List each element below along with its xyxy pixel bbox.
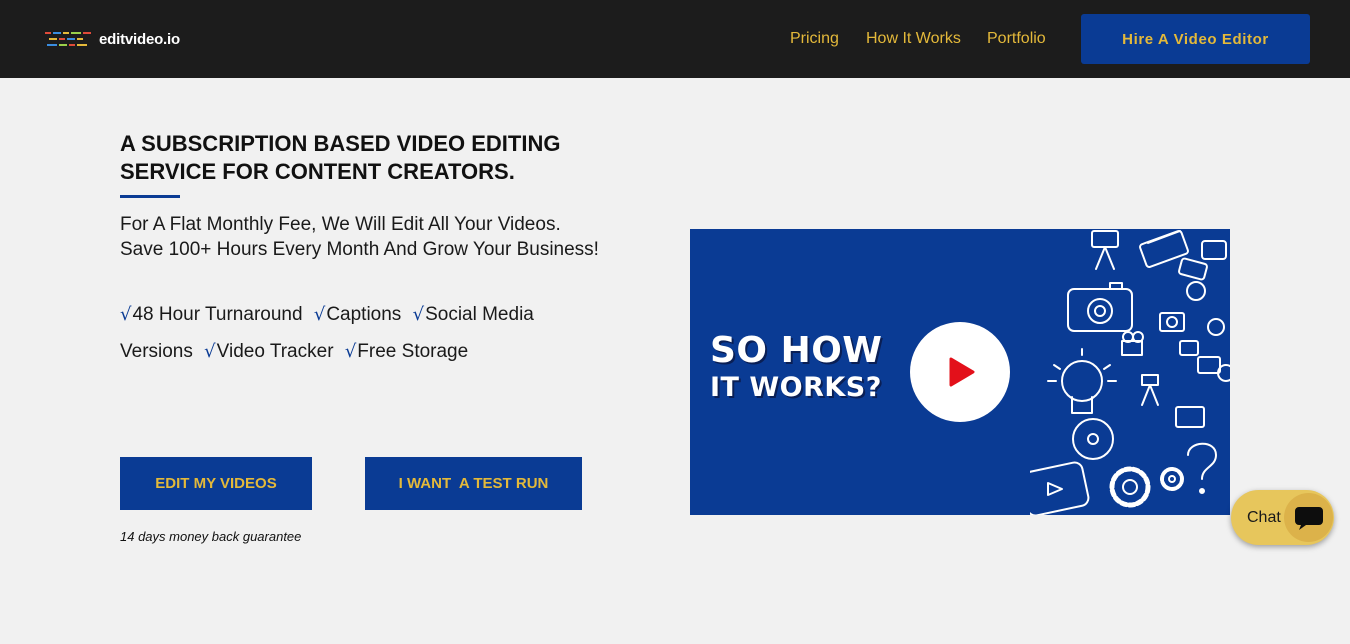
lightbulb-icon — [1047, 348, 1117, 414]
check-icon: √ — [313, 304, 326, 325]
video-title: SO HOW IT WORKS? — [710, 331, 883, 405]
logo[interactable]: editvideo.io — [45, 29, 180, 49]
question-icon — [1187, 442, 1217, 494]
tripod-icon — [1141, 374, 1159, 406]
site-header: editvideo.io Pricing How It Works Portfo… — [0, 0, 1350, 78]
check-icon: √ — [204, 341, 216, 362]
monitor-icon — [1175, 340, 1221, 428]
feature-item: √48 Hour Turnaround — [120, 304, 303, 325]
test-run-button[interactable]: I WANT A TEST RUN — [365, 457, 582, 510]
feature-list: √48 Hour Turnaround √Captions √Social Me… — [120, 296, 590, 370]
edit-my-videos-button[interactable]: EDIT MY VIDEOS — [120, 457, 312, 510]
check-icon: √ — [412, 304, 425, 325]
check-icon: √ — [120, 304, 132, 325]
gear-small-icon — [1160, 467, 1184, 491]
play-button[interactable] — [910, 322, 1010, 422]
chat-widget[interactable]: Chat — [1231, 490, 1334, 545]
feature-item: √Free Storage — [345, 341, 468, 362]
feature-label: Video Tracker — [216, 341, 334, 362]
video-doodles — [1030, 230, 1230, 515]
feature-label: Free Storage — [357, 341, 469, 362]
record-icon — [1178, 240, 1227, 281]
small-camera-icon — [1159, 312, 1185, 332]
play-frame-icon — [1030, 461, 1090, 515]
play-icon — [949, 357, 975, 387]
hire-video-editor-button[interactable]: Hire A Video Editor — [1081, 14, 1310, 64]
hero-subheading: For A Flat Monthly Fee, We Will Edit All… — [120, 214, 599, 260]
disc-icon — [1072, 418, 1114, 460]
movie-camera-icon — [1091, 230, 1119, 270]
video-player[interactable]: SO HOW IT WORKS? — [690, 229, 1230, 515]
video-title-line-2: IT WORKS? — [710, 372, 882, 403]
gear-icon — [1109, 466, 1151, 508]
logo-mark-icon — [45, 32, 91, 46]
nav-link-portfolio[interactable]: Portfolio — [987, 30, 1046, 48]
headline-underline — [120, 195, 180, 198]
money-back-guarantee: 14 days money back guarantee — [120, 529, 302, 544]
projector-icon — [1121, 331, 1144, 356]
chat-bubble-icon — [1284, 493, 1333, 542]
chat-label: Chat — [1247, 509, 1281, 526]
feature-item: √Captions — [314, 304, 401, 325]
page-headline: A SUBSCRIPTION BASED VIDEO EDITING SERVI… — [120, 131, 561, 184]
reel-icon — [1186, 281, 1230, 382]
feature-item: √Video Tracker — [204, 341, 333, 362]
feature-label: Captions — [326, 304, 402, 325]
check-icon: √ — [344, 341, 357, 362]
feature-label: 48 Hour Turnaround — [132, 304, 303, 325]
logo-text: editvideo.io — [99, 30, 180, 48]
nav-link-how-it-works[interactable]: How It Works — [866, 30, 961, 48]
camera-icon — [1067, 282, 1133, 332]
nav-link-pricing[interactable]: Pricing — [790, 30, 839, 48]
video-title-line-1: SO HOW — [710, 330, 883, 371]
